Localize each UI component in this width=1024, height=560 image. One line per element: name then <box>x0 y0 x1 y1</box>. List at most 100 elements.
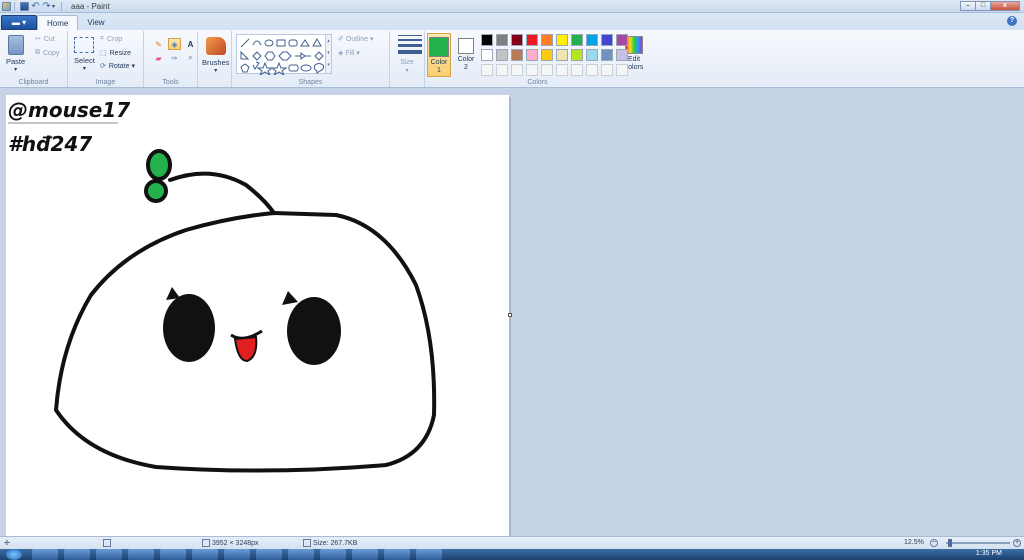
zoom-in-button[interactable]: + <box>1013 539 1021 547</box>
color-picker-tool[interactable]: ✑ <box>168 52 181 64</box>
text-tool[interactable]: A <box>184 38 197 50</box>
tongue <box>233 335 258 363</box>
drawing-canvas[interactable]: @mouse17 #hđ247 <box>6 95 509 536</box>
palette-swatch[interactable] <box>586 49 598 61</box>
palette-swatch[interactable] <box>616 34 628 46</box>
palette-swatch[interactable] <box>511 34 523 46</box>
text-icon: A <box>187 39 194 49</box>
palette-swatch[interactable] <box>526 49 538 61</box>
shapes-gallery[interactable] <box>236 34 326 75</box>
taskbar-item[interactable] <box>64 549 90 560</box>
right-ear-tuft <box>282 291 298 305</box>
undo-icon[interactable]: ↶ <box>31 1 40 11</box>
palette-swatch[interactable] <box>481 34 493 46</box>
palette-swatch[interactable] <box>496 49 508 61</box>
palette-custom-slot[interactable] <box>496 64 508 76</box>
chevron-down-icon: ▾ <box>14 67 18 73</box>
color1-label: Color 1 <box>430 59 448 74</box>
magnifier-icon: ⌕ <box>188 53 193 62</box>
zoom-out-button[interactable]: − <box>930 539 938 547</box>
palette-swatch[interactable] <box>571 34 583 46</box>
palette-swatch[interactable] <box>601 49 613 61</box>
color2-button[interactable]: Color 2 <box>454 33 478 77</box>
zoom-slider[interactable] <box>946 539 1010 547</box>
taskbar-item[interactable] <box>352 549 378 560</box>
taskbar-item[interactable] <box>416 549 442 560</box>
palette-custom-slot[interactable] <box>601 64 613 76</box>
palette-swatch[interactable] <box>541 34 553 46</box>
tab-view[interactable]: View <box>78 15 113 30</box>
palette-custom-slot[interactable] <box>526 64 538 76</box>
magnifier-tool[interactable]: ⌕ <box>184 52 197 64</box>
minimize-button[interactable]: – <box>960 1 976 11</box>
palette-custom-slot[interactable] <box>541 64 553 76</box>
workspace: @mouse17 #hđ247 <box>0 88 1024 536</box>
customize-quick-access-icon[interactable]: ▾ <box>52 3 55 10</box>
palette-custom-slot[interactable] <box>481 64 493 76</box>
palette-swatch[interactable] <box>571 49 583 61</box>
palette-custom-slot[interactable] <box>571 64 583 76</box>
select-button[interactable]: Select ▾ <box>74 37 95 72</box>
taskbar-item[interactable] <box>160 549 186 560</box>
taskbar-item[interactable] <box>288 549 314 560</box>
palette-swatch[interactable] <box>556 49 568 61</box>
image-dimensions-value: 3952 × 3248px <box>212 539 259 547</box>
palette-swatch[interactable] <box>601 34 613 46</box>
disk-icon <box>303 539 311 547</box>
copy-button[interactable]: ⧉ Copy <box>35 49 59 57</box>
canvas-resize-handle[interactable] <box>508 313 512 317</box>
palette-custom-slot[interactable] <box>511 64 523 76</box>
rotate-button[interactable]: ⟳ Rotate ▾ <box>100 62 135 70</box>
close-button[interactable]: x <box>990 1 1020 11</box>
taskbar-item[interactable] <box>96 549 122 560</box>
taskbar-item[interactable] <box>384 549 410 560</box>
palette-swatch[interactable] <box>586 34 598 46</box>
palette-swatch[interactable] <box>541 49 553 61</box>
taskbar-item[interactable] <box>256 549 282 560</box>
palette-swatch[interactable] <box>481 49 493 61</box>
palette-custom-slot[interactable] <box>556 64 568 76</box>
clipboard-icon <box>7 35 24 55</box>
fill-button[interactable]: ◈ Fill ▾ <box>338 49 360 57</box>
cut-button[interactable]: ✂ Cut <box>35 35 55 44</box>
palette-swatch[interactable] <box>556 34 568 46</box>
paint-app-icon[interactable] <box>2 1 11 11</box>
outline-button[interactable]: ✐ Outline ▾ <box>338 35 374 43</box>
taskbar: 1:35 PM <box>0 549 1024 560</box>
palette-swatch[interactable] <box>511 49 523 61</box>
zoom-slider-thumb[interactable] <box>948 539 952 547</box>
eraser-tool[interactable]: ▰ <box>152 52 165 64</box>
start-button[interactable] <box>6 549 22 560</box>
maximize-button[interactable]: □ <box>975 1 991 11</box>
rotate-label: Rotate ▾ <box>108 63 135 70</box>
file-menu-button[interactable]: ▬ ▾ <box>1 15 37 30</box>
taskbar-item[interactable] <box>320 549 346 560</box>
resize-button[interactable]: ⬚ Resize <box>100 49 131 58</box>
taskbar-item[interactable] <box>224 549 250 560</box>
color1-button[interactable]: Color 1 <box>427 33 451 77</box>
help-icon[interactable]: ? <box>1007 16 1017 26</box>
palette-swatch[interactable] <box>496 34 508 46</box>
redo-icon[interactable]: ↷ <box>42 1 51 11</box>
palette-swatch[interactable] <box>616 49 628 61</box>
crop-button[interactable]: ⌗ Crop <box>100 35 122 43</box>
taskbar-item[interactable] <box>128 549 154 560</box>
palette-custom-slot[interactable] <box>586 64 598 76</box>
save-icon[interactable] <box>20 1 29 11</box>
fill-tool[interactable]: ◈ <box>168 38 181 50</box>
pencil-tool[interactable]: ✎ <box>152 38 165 50</box>
brushes-button[interactable]: Brushes ▾ <box>202 37 230 74</box>
palette-custom-slot[interactable] <box>616 64 628 76</box>
tab-home[interactable]: Home <box>37 15 79 30</box>
palette-swatch[interactable] <box>526 34 538 46</box>
drawing-text-line1: @mouse17 <box>8 98 130 122</box>
tools-grid: ✎ ◈ A ▰ ✑ ⌕ <box>152 38 198 64</box>
taskbar-item[interactable] <box>192 549 218 560</box>
separator <box>14 1 15 11</box>
paste-button[interactable]: Paste ▾ <box>6 35 25 73</box>
size-lines-icon[interactable] <box>398 35 422 57</box>
clipboard-group-label: Clipboard <box>18 79 49 86</box>
shapes-scrollbar[interactable]: ▴ ▾ ▾ <box>326 34 332 74</box>
taskbar-item[interactable] <box>32 549 58 560</box>
drawing-text-line2: #hđ247 <box>8 132 92 156</box>
